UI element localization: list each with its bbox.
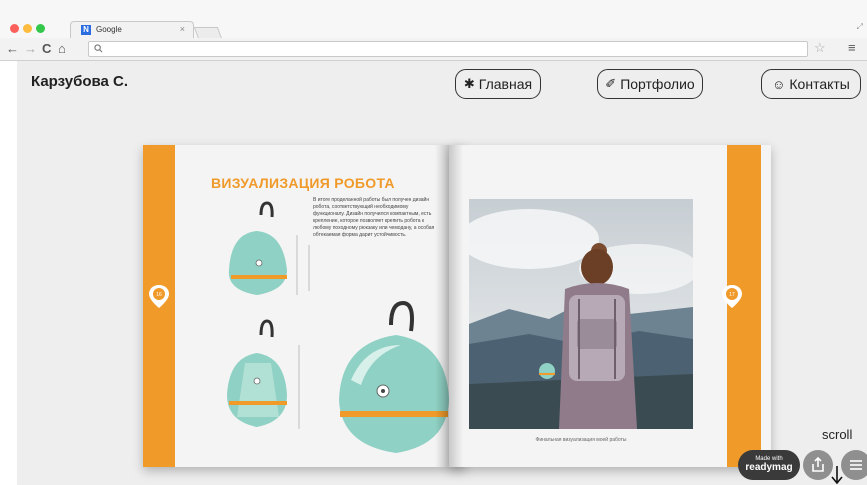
nav-portfolio-button[interactable]: ✐ Портфолио — [597, 69, 703, 99]
hamburger-icon — [850, 460, 862, 470]
address-bar[interactable] — [88, 41, 808, 57]
browser-chrome: N Google × ⤢ ← → C ⌂ ☆ ≡ — [0, 0, 867, 61]
photo-caption: Финальная визуализация моей работы — [535, 437, 627, 443]
search-icon — [94, 44, 103, 53]
nav-portfolio-label: Портфолио — [620, 76, 695, 92]
tab-strip: N Google × ⤢ — [0, 0, 867, 39]
forward-button[interactable]: → — [24, 41, 37, 56]
asterisk-icon: ✱ — [463, 76, 475, 91]
share-button[interactable] — [803, 450, 833, 480]
nav-home-button[interactable]: ✱ Главная — [455, 69, 541, 99]
made-with-readymag-badge[interactable]: Made with readymag — [738, 450, 800, 480]
nav-home-label: Главная — [478, 76, 533, 92]
hiker-photo — [469, 199, 693, 429]
location-pin-icon: 16 — [149, 285, 169, 308]
home-button[interactable]: ⌂ — [58, 41, 66, 56]
right-page-number: 17 — [729, 292, 735, 298]
smiley-icon: ☺ — [772, 76, 786, 92]
scroll-hint: scroll — [822, 427, 853, 442]
book-left-page: 16 ВИЗУАЛИЗАЦИЯ РОБОТА В итоге проделанн… — [143, 145, 465, 467]
nav-contacts-button[interactable]: ☺ Контакты — [761, 69, 861, 99]
scroll-down-arrow-icon — [831, 466, 843, 485]
location-pin-icon: 17 — [722, 285, 742, 308]
share-icon — [812, 456, 824, 472]
made-with-text: Made with — [755, 456, 783, 462]
fullscreen-icon[interactable]: ⤢ — [857, 22, 863, 32]
zoom-window-button[interactable] — [36, 24, 45, 33]
close-window-button[interactable] — [10, 24, 19, 33]
left-page-number: 16 — [156, 292, 162, 298]
bookmark-star-icon[interactable]: ☆ — [814, 40, 826, 56]
browser-tab[interactable]: N Google × — [70, 21, 194, 39]
reload-button[interactable]: C — [42, 41, 51, 56]
book-spine — [435, 145, 463, 467]
robot-illustrations — [227, 201, 449, 453]
book-heading: ВИЗУАЛИЗАЦИЯ РОБОТА — [211, 175, 395, 191]
menu-button[interactable] — [841, 450, 867, 480]
site-brand[interactable]: Карзубова С. — [31, 73, 128, 90]
browser-menu-icon[interactable]: ≡ — [848, 40, 856, 55]
favicon-icon: N — [81, 25, 91, 35]
pencil-icon: ✐ — [605, 76, 617, 91]
window-controls — [10, 24, 45, 33]
open-book-image: 16 ВИЗУАЛИЗАЦИЯ РОБОТА В итоге проделанн… — [129, 141, 779, 471]
minimize-window-button[interactable] — [23, 24, 32, 33]
tab-close-icon[interactable]: × — [180, 24, 185, 34]
page-content: Карзубова С. ✱ Главная ✐ Портфолио ☺ Кон… — [17, 61, 867, 485]
book-right-page: 17 Финальная визуализация моей работы — [449, 145, 771, 467]
tab-title: Google — [96, 25, 122, 34]
back-button[interactable]: ← — [6, 41, 19, 56]
browser-toolbar: ← → C ⌂ ☆ ≡ — [0, 38, 867, 61]
readymag-brand: readymag — [745, 462, 793, 473]
nav-contacts-label: Контакты — [789, 76, 850, 92]
